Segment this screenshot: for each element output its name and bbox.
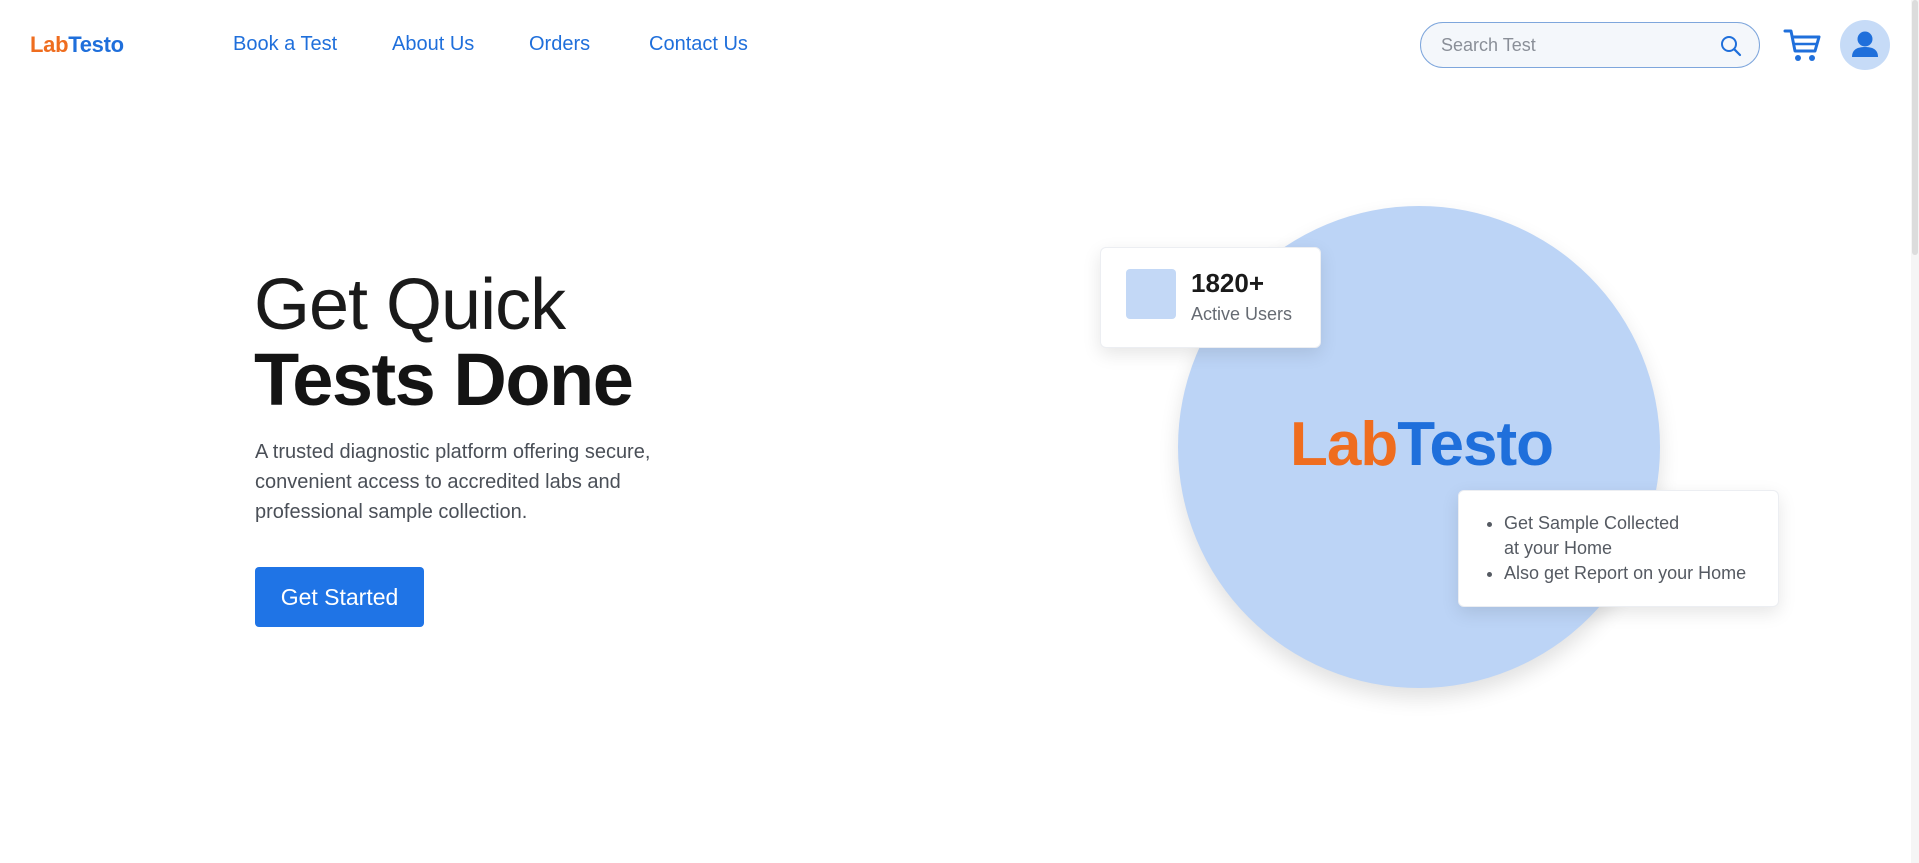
hero-title-line1: Get Quick [254,265,566,345]
site-header: LabTesto Book a Test About Us Orders Con… [0,0,1919,90]
feature-item-text: Also get Report on your Home [1504,563,1747,583]
brand-logo[interactable]: LabTesto [30,32,124,58]
nav-link-orders[interactable]: Orders [529,33,590,56]
hero-brand-logo: LabTesto [1290,410,1554,480]
hero-logo-lab: Lab [1290,410,1398,479]
users-card-thumbnail [1126,269,1176,319]
page-scrollbar[interactable] [1911,0,1919,863]
feature-item: Get Sample Collected at your Home [1504,511,1746,561]
hero-description: A trusted diagnostic platform offering s… [255,441,651,523]
feature-item: Also get Report on your Home [1504,561,1746,586]
get-started-button[interactable]: Get Started [255,567,424,627]
brand-logo-testo: Testo [68,32,124,57]
features-list: Get Sample Collected at your Home Also g… [1504,511,1746,586]
search-box [1420,22,1760,68]
active-users-card: 1820+ Active Users [1100,247,1321,348]
scrollbar-thumb[interactable] [1912,0,1918,255]
feature-item-text: Get Sample Collected [1504,513,1680,533]
hero-logo-testo: Testo [1397,410,1554,479]
features-card: Get Sample Collected at your Home Also g… [1458,490,1779,607]
nav-link-book-a-test[interactable]: Book a Test [233,33,337,56]
search-input[interactable] [1441,23,1711,67]
active-users-count: 1820+ [1191,268,1265,298]
cart-icon[interactable] [1783,26,1823,64]
hero-title-line2: Tests Done [254,338,634,421]
nav-link-contact-us[interactable]: Contact Us [649,33,748,56]
nav-link-about-us[interactable]: About Us [392,33,474,56]
active-users-label: Active Users [1191,304,1293,324]
feature-item-text: at your Home [1504,538,1613,558]
brand-logo-lab: Lab [30,32,69,57]
user-icon [1852,31,1878,57]
search-icon[interactable] [1719,34,1743,58]
user-avatar[interactable] [1840,20,1890,70]
